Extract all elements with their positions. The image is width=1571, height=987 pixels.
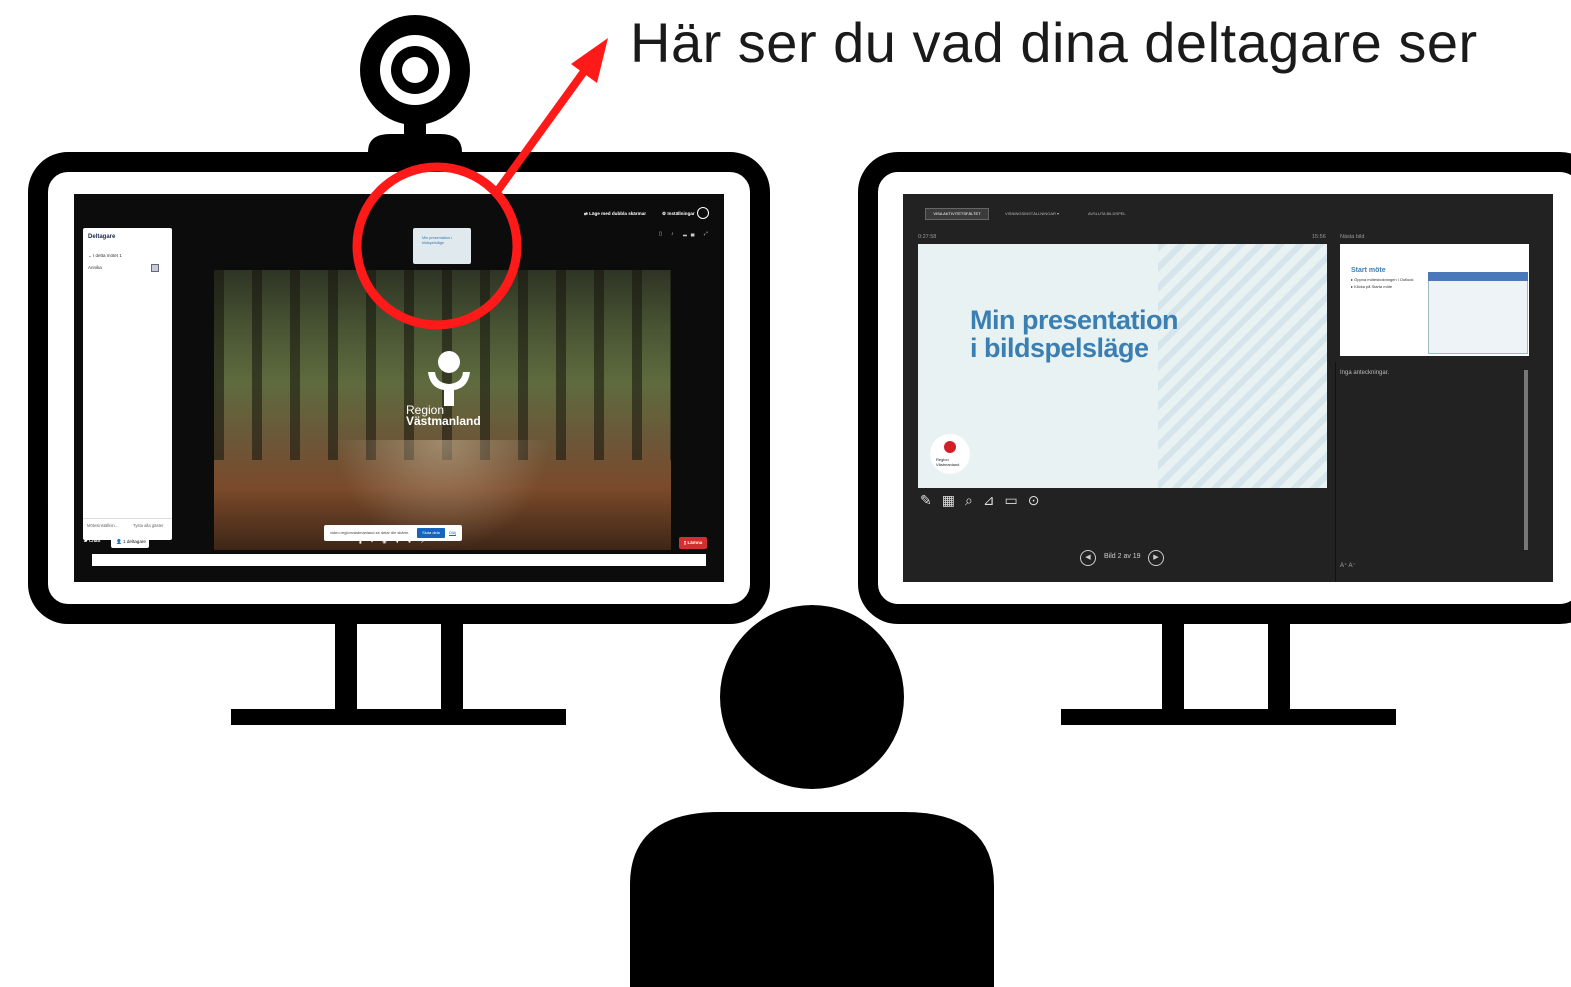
annotation-overlay xyxy=(352,38,608,330)
caption: Här ser du vad dina deltagare ser xyxy=(630,11,1478,74)
annotation-arrow-line xyxy=(492,63,592,196)
